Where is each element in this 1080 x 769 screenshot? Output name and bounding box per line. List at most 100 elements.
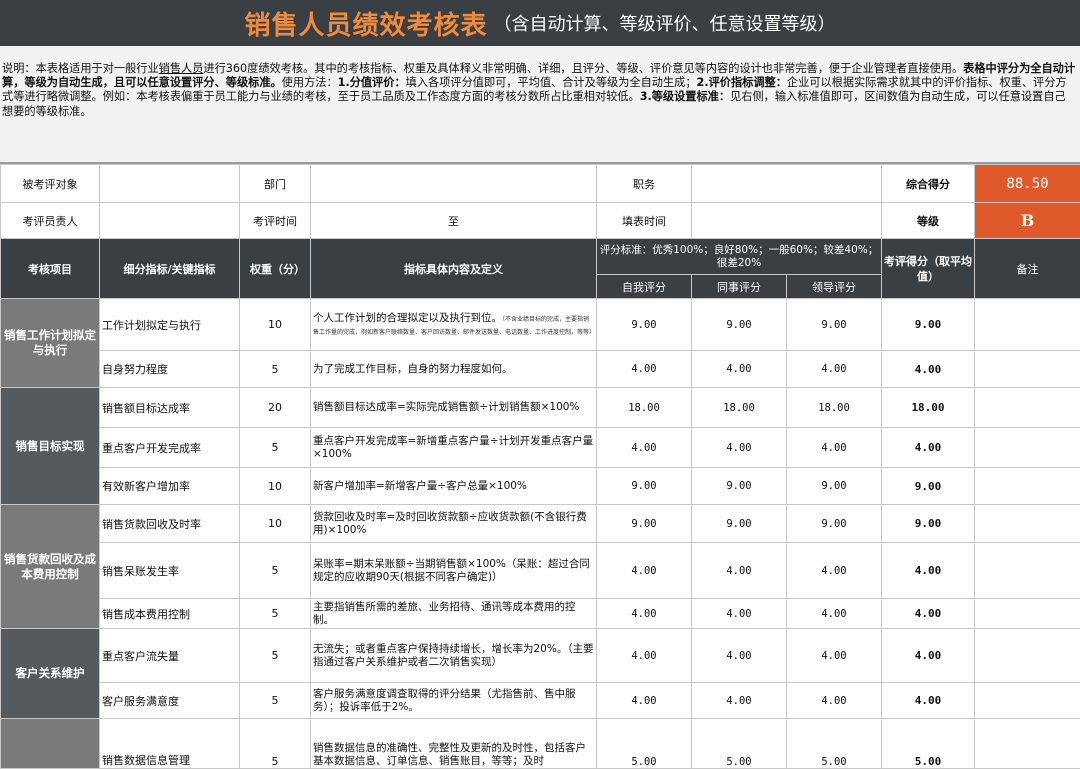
definition-cell: 新客户增加率=新增客户量÷客户总量×100% [311, 468, 597, 505]
self-score-input[interactable]: 4.00 [597, 428, 692, 468]
desc-link[interactable]: 销售人员 [159, 62, 204, 75]
table-row: 有效新客户增加率 10 新客户增加率=新增客户量÷客户总量×100% 9.00 … [1, 468, 1080, 505]
avg-score-cell: 9.00 [882, 505, 975, 543]
position-label: 职务 [597, 165, 692, 203]
self-score-input[interactable]: 4.00 [597, 599, 692, 629]
header-score: 考评得分（取平均值） [882, 239, 975, 299]
table-row: 销售呆账发生率 5 呆账率=期末呆账额÷当期销售额×100%（呆账：超过合同规定… [1, 543, 1080, 599]
self-score-input[interactable]: 4.00 [597, 629, 692, 683]
remark-input[interactable] [975, 428, 1080, 468]
remark-input[interactable] [975, 543, 1080, 599]
sub-indicator: 工作计划拟定与执行 [100, 299, 240, 351]
self-score-input[interactable]: 9.00 [597, 299, 692, 351]
table-row: 销售成本费用控制 5 主要指销售所需的差旅、业务招待、通讯等成本费用的控制。 4… [1, 599, 1080, 629]
table-row: 销售目标实现 销售额目标达成率 20 销售额目标达成率=实际完成销售额÷计划销售… [1, 388, 1080, 428]
table-row: 销售货款回收及成本费用控制 销售货款回收及时率 10 货款回收及时率=及时回收货… [1, 505, 1080, 543]
peer-score-input[interactable]: 4.00 [692, 683, 787, 719]
definition-cell: 销售额目标达成率=实际完成销售额÷计划销售额×100% [311, 388, 597, 428]
weight-cell: 5 [240, 629, 311, 683]
header-peer: 同事评分 [692, 275, 787, 299]
definition-cell: 货款回收及时率=及时回收货款额÷应收货款额(不含银行费用)×100% [311, 505, 597, 543]
leader-score-input[interactable]: 9.00 [787, 468, 882, 505]
definition-cell: 为了完成工作目标，自身的努力程度如何。 [311, 351, 597, 388]
desc-text: 说明：本表格适用于对一般行业 [2, 62, 159, 75]
leader-score-input[interactable]: 4.00 [787, 599, 882, 629]
peer-score-input[interactable]: 18.00 [692, 388, 787, 428]
peer-score-input[interactable]: 9.00 [692, 468, 787, 505]
leader-score-input[interactable]: 9.00 [787, 505, 882, 543]
remark-input[interactable] [975, 629, 1080, 683]
definition-cell: 主要指销售所需的差旅、业务招待、通讯等成本费用的控制。 [311, 599, 597, 629]
sub-indicator: 销售额目标达成率 [100, 388, 240, 428]
peer-score-input[interactable]: 4.00 [692, 629, 787, 683]
total-score-value: 88.50 [975, 165, 1080, 203]
avg-score-cell: 4.00 [882, 683, 975, 719]
peer-score-input[interactable]: 9.00 [692, 299, 787, 351]
leader-score-input[interactable]: 4.00 [787, 543, 882, 599]
assessee-input[interactable] [100, 165, 240, 203]
position-input[interactable] [692, 165, 882, 203]
self-score-input[interactable]: 9.00 [597, 505, 692, 543]
table-row: 客户服务满意度 5 客户服务满意度调查取得的评分结果（尤指售前、售中服务）；投诉… [1, 683, 1080, 719]
peer-score-input[interactable]: 4.00 [692, 428, 787, 468]
fill-time-label: 填表时间 [597, 203, 692, 239]
definition-cell: 销售数据信息的准确性、完整性及更新的及时性，包括客户基本数据信息、订单信息、销售… [311, 719, 597, 769]
weight-cell: 10 [240, 468, 311, 505]
peer-score-input[interactable]: 5.00 [692, 719, 787, 769]
weight-cell: 5 [240, 351, 311, 388]
avg-score-cell: 9.00 [882, 468, 975, 505]
info-row-2: 考评员责人 考评时间 至 填表时间 等级 B [1, 203, 1080, 239]
header-weight: 权重（分） [240, 239, 311, 299]
weight-cell: 5 [240, 719, 311, 769]
title-bar: 销售人员绩效考核表 （含自动计算、等级评价、任意设置等级） [0, 0, 1080, 46]
self-score-input[interactable]: 5.00 [597, 719, 692, 769]
table-row: 销售数据信息管理 5 销售数据信息的准确性、完整性及更新的及时性，包括客户基本数… [1, 719, 1080, 769]
sub-indicator: 销售货款回收及时率 [100, 505, 240, 543]
peer-score-input[interactable]: 4.00 [692, 543, 787, 599]
desc-text: 使用方法： [282, 76, 338, 89]
peer-score-input[interactable]: 4.00 [692, 599, 787, 629]
leader-score-input[interactable]: 5.00 [787, 719, 882, 769]
remark-input[interactable] [975, 683, 1080, 719]
leader-score-input[interactable]: 4.00 [787, 428, 882, 468]
desc-bold: 1.分值评价： [338, 76, 406, 89]
remark-input[interactable] [975, 299, 1080, 351]
remark-input[interactable] [975, 719, 1080, 769]
self-score-input[interactable]: 4.00 [597, 683, 692, 719]
avg-score-cell: 4.00 [882, 629, 975, 683]
dept-input[interactable] [311, 165, 597, 203]
remark-input[interactable] [975, 388, 1080, 428]
category-cell: 销售目标实现 [1, 388, 100, 505]
header-item: 考核项目 [1, 239, 100, 299]
desc-text: 进行360度绩效考核。其中的考核指标、权重及具体释义非常明确、详细，且评分、等级… [203, 62, 963, 75]
leader-score-input[interactable]: 4.00 [787, 629, 882, 683]
sub-indicator: 重点客户流失量 [100, 629, 240, 683]
remark-input[interactable] [975, 468, 1080, 505]
page-subtitle: （含自动计算、等级评价、任意设置等级） [494, 10, 836, 36]
avg-score-cell: 9.00 [882, 299, 975, 351]
self-score-input[interactable]: 9.00 [597, 468, 692, 505]
assessor-input[interactable] [100, 203, 240, 239]
peer-score-input[interactable]: 9.00 [692, 505, 787, 543]
avg-score-cell: 4.00 [882, 543, 975, 599]
leader-score-input[interactable]: 4.00 [787, 351, 882, 388]
self-score-input[interactable]: 4.00 [597, 351, 692, 388]
self-score-input[interactable]: 4.00 [597, 543, 692, 599]
weight-cell: 10 [240, 505, 311, 543]
remark-input[interactable] [975, 351, 1080, 388]
remark-input[interactable] [975, 505, 1080, 543]
self-score-input[interactable]: 18.00 [597, 388, 692, 428]
assessee-label: 被考评对象 [1, 165, 100, 203]
dept-label: 部门 [240, 165, 311, 203]
grade-value: B [975, 203, 1080, 239]
sub-indicator: 销售成本费用控制 [100, 599, 240, 629]
leader-score-input[interactable]: 9.00 [787, 299, 882, 351]
fill-time-input[interactable] [692, 203, 882, 239]
leader-score-input[interactable]: 4.00 [787, 683, 882, 719]
desc-text: 填入各项评分值即可，平均值、合计及等级为全自动生成； [406, 76, 697, 89]
leader-score-input[interactable]: 18.00 [787, 388, 882, 428]
remark-input[interactable] [975, 599, 1080, 629]
peer-score-input[interactable]: 4.00 [692, 351, 787, 388]
category-cell: 销售货款回收及成本费用控制 [1, 505, 100, 629]
time-input[interactable]: 至 [311, 203, 597, 239]
